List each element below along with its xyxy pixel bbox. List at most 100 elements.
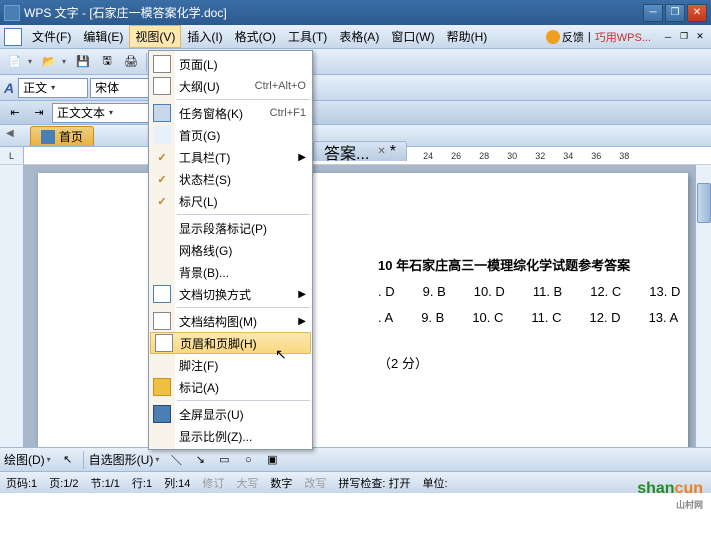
menu-item[interactable]: 背景(B)... — [149, 261, 312, 283]
menu-edit[interactable]: 编辑(E) — [77, 25, 129, 48]
menu-item[interactable]: 脚注(F) — [149, 354, 312, 376]
standard-toolbar: 📄▾ 📂▾ 💾 🖫 🖨 ✂ 📋 — [0, 49, 711, 75]
line-icon[interactable]: ＼ — [165, 449, 187, 471]
hf-icon — [155, 334, 173, 352]
separator: | — [588, 31, 591, 43]
menu-item-label: 首页(G) — [179, 127, 220, 144]
check-icon: ✓ — [153, 192, 171, 210]
blank-icon — [153, 241, 171, 259]
arrow-icon[interactable]: ↘ — [189, 449, 211, 471]
drawing-toolbar: 绘图(D)▾ ↖ 自选图形(U)▾ ＼ ↘ ▭ ○ ▣ — [0, 447, 711, 471]
menu-window[interactable]: 窗口(W) — [385, 25, 440, 48]
font-combo[interactable]: 宋体 — [90, 78, 150, 98]
menu-item[interactable]: 显示比例(Z)... — [149, 425, 312, 447]
menu-item[interactable]: 全屏显示(U) — [149, 403, 312, 425]
autoshape-label[interactable]: 自选图形(U) — [89, 451, 154, 468]
textbox-icon[interactable]: ▣ — [261, 449, 283, 471]
outline-icon — [153, 77, 171, 95]
doc-icon — [153, 285, 171, 303]
status-pagecode: 页码:1 — [6, 475, 37, 491]
home-icon — [153, 126, 171, 144]
menu-format[interactable]: 格式(O) — [229, 25, 282, 48]
menu-item-label: 任务窗格(K) — [179, 105, 243, 122]
mdi-minimize[interactable]: ─ — [661, 31, 675, 43]
feedback-link[interactable]: 反馈 — [546, 29, 584, 45]
menu-item[interactable]: 任务窗格(K)Ctrl+F1 — [149, 102, 312, 124]
status-page: 页:1/2 — [49, 475, 78, 491]
status-num[interactable]: 数字 — [270, 475, 292, 491]
menu-item[interactable]: 大纲(U)Ctrl+Alt+O — [149, 75, 312, 97]
menu-item[interactable]: 显示段落标记(P) — [149, 217, 312, 239]
saveas-button[interactable]: 🖫 — [96, 51, 118, 73]
menu-table[interactable]: 表格(A) — [333, 25, 385, 48]
menu-item[interactable]: 首页(G) — [149, 124, 312, 146]
menu-item[interactable]: ✓工具栏(T)▶ — [149, 146, 312, 168]
menubar: 文件(F) 编辑(E) 视图(V) 插入(I) 格式(O) 工具(T) 表格(A… — [0, 25, 711, 49]
menu-view[interactable]: 视图(V) — [129, 25, 181, 48]
close-button[interactable]: ✕ — [687, 4, 707, 22]
menu-file[interactable]: 文件(F) — [26, 25, 77, 48]
statusbar: 页码:1 页:1/2 节:1/1 行:1 列:14 修订 大写 数字 改写 拼写… — [0, 471, 711, 493]
answer-row-2: . A9. B10. C11. C12. D13. A — [378, 305, 688, 331]
menu-item[interactable]: 页面(L) — [149, 53, 312, 75]
tab-home[interactable]: 首页 — [30, 126, 94, 146]
vertical-scrollbar[interactable] — [695, 165, 711, 447]
status-rev[interactable]: 修订 — [202, 475, 224, 491]
format-toolbar: A 正文▾ 宋体 — [0, 75, 711, 101]
status-caps[interactable]: 大写 — [236, 475, 258, 491]
menu-item-label: 网格线(G) — [179, 242, 232, 259]
print-button[interactable]: 🖨 — [120, 51, 142, 73]
task-icon — [153, 104, 171, 122]
check-icon: ✓ — [153, 148, 171, 166]
home-tab-icon — [41, 130, 55, 144]
new-button[interactable]: 📄 — [4, 51, 26, 73]
outline-left-icon[interactable]: ⇤ — [4, 102, 26, 124]
menu-insert[interactable]: 插入(I) — [181, 25, 228, 48]
maximize-button[interactable]: ❐ — [665, 4, 685, 22]
menu-item[interactable]: ✓ 标尺(L) — [149, 190, 312, 212]
wps-tips-link[interactable]: 巧用WPS... — [595, 29, 651, 45]
menu-item-label: 大纲(U) — [179, 78, 220, 95]
outline-right-icon[interactable]: ⇥ — [28, 102, 50, 124]
menu-help[interactable]: 帮助(H) — [441, 25, 494, 48]
menu-item[interactable]: ✓ 状态栏(S) — [149, 168, 312, 190]
menu-item-label: 标尺(L) — [179, 193, 218, 210]
minimize-button[interactable]: ─ — [643, 4, 663, 22]
mdi-close[interactable]: ✕ — [693, 31, 707, 43]
scrollbar-thumb[interactable] — [697, 183, 711, 223]
struct-icon — [153, 312, 171, 330]
save-button[interactable]: 💾 — [72, 51, 94, 73]
status-section: 节:1/1 — [91, 475, 120, 491]
menu-item-label: 背景(B)... — [179, 264, 229, 281]
status-over[interactable]: 改写 — [304, 475, 326, 491]
menu-item-label: 标记(A) — [179, 379, 219, 396]
open-button[interactable]: 📂 — [38, 51, 60, 73]
rect-icon[interactable]: ▭ — [213, 449, 235, 471]
menu-item-label: 脚注(F) — [179, 357, 218, 374]
document-page[interactable]: 10 年石家庄高三一模理综化学试题参考答案 . D9. B10. D11. B1… — [38, 173, 688, 447]
full-icon — [153, 405, 171, 423]
check-icon: ✓ — [153, 170, 171, 188]
wps-icon[interactable] — [4, 28, 22, 46]
style-combo[interactable]: 正文▾ — [18, 78, 88, 98]
tab-close-icon[interactable]: ✕ — [377, 146, 385, 157]
select-icon[interactable]: ↖ — [57, 449, 79, 471]
menu-item-label: 状态栏(S) — [179, 171, 231, 188]
window-buttons: ─ ❐ ✕ — [643, 4, 707, 22]
menu-item[interactable]: 网格线(G) — [149, 239, 312, 261]
menu-item[interactable]: 文档结构图(M)▶ — [149, 310, 312, 332]
menu-tools[interactable]: 工具(T) — [282, 25, 333, 48]
score-text: （2 分） — [378, 351, 688, 377]
menu-item-label: 文档结构图(M) — [179, 313, 257, 330]
menu-item[interactable]: 标记(A) — [149, 376, 312, 398]
window-title: WPS 文字 - [石家庄一模答案化学.doc] — [24, 4, 643, 21]
draw-label[interactable]: 绘图(D) — [4, 451, 45, 468]
oval-icon[interactable]: ○ — [237, 449, 259, 471]
tab-nav-left-icon[interactable]: ◀ — [6, 128, 14, 139]
menu-item[interactable]: 页眉和页脚(H) — [150, 332, 311, 354]
tab-doc-partial[interactable]: 答案...✕* — [313, 141, 407, 161]
titlebar: WPS 文字 - [石家庄一模答案化学.doc] ─ ❐ ✕ — [0, 0, 711, 25]
menu-item[interactable]: 文档切换方式▶ — [149, 283, 312, 305]
mdi-restore[interactable]: ❐ — [677, 31, 691, 43]
outline-bar: ⇤ ⇥ 正文文本▾ — [0, 101, 711, 125]
